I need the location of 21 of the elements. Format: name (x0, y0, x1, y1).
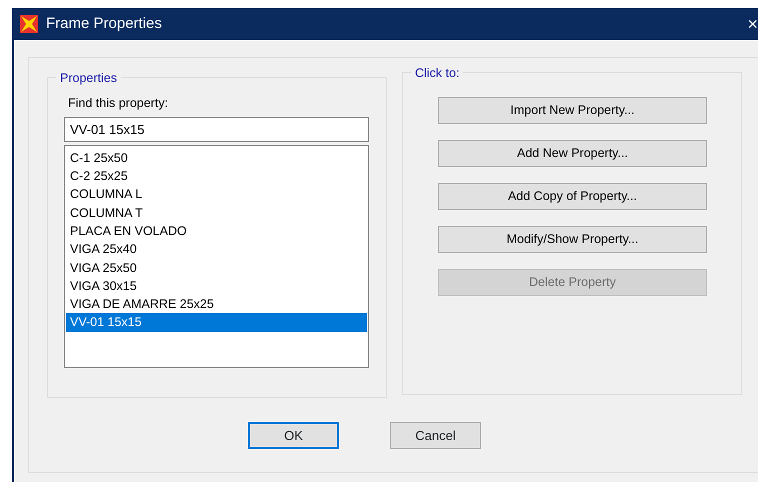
list-item[interactable]: VIGA 25x40 (66, 240, 367, 259)
list-item[interactable]: VIGA DE AMARRE 25x25 (66, 295, 367, 314)
close-icon[interactable]: × (747, 15, 758, 33)
field-label: Find this property: (68, 95, 170, 112)
window-title: Frame Properties (46, 14, 162, 34)
list-item[interactable]: VV-01 15x15 (66, 313, 367, 332)
list-item[interactable]: C-2 25x25 (66, 167, 367, 186)
list-item[interactable]: COLUMNA L (66, 185, 367, 204)
list-item[interactable]: C-1 25x50 (66, 148, 367, 168)
action-button[interactable]: Add Copy of Property... (438, 183, 707, 210)
app-logo-icon (20, 15, 38, 33)
ok-button[interactable]: OK (248, 422, 339, 449)
search-field[interactable]: VV-01 15x15 (64, 116, 369, 142)
cancel-button[interactable]: Cancel (390, 422, 481, 449)
list-item[interactable]: COLUMNA T (66, 204, 367, 222)
action-button[interactable]: Add New Property... (438, 140, 707, 167)
list-item[interactable]: PLACA EN VOLADO (66, 222, 367, 240)
action-button[interactable]: Import New Property... (438, 97, 707, 124)
list-item[interactable]: VIGA 30x15 (66, 276, 367, 296)
action-button[interactable]: Modify/Show Property... (438, 226, 707, 253)
list-item[interactable]: VIGA 25x50 (66, 258, 367, 277)
